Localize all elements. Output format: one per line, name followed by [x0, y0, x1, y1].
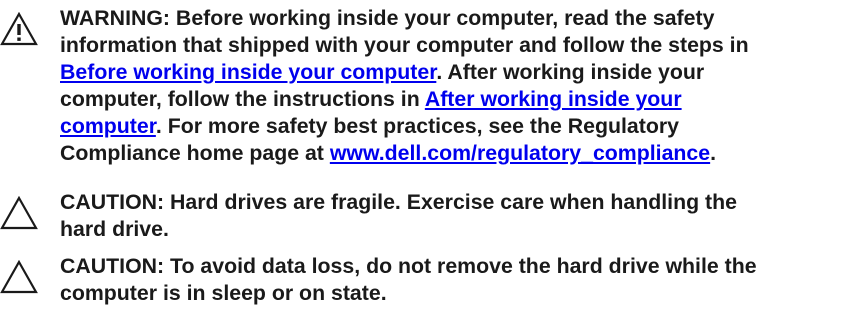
- regulatory-compliance-link[interactable]: www.dell.com/regulatory_compliance: [330, 141, 710, 165]
- after-working-link-part1[interactable]: After working inside your: [425, 87, 682, 111]
- caution-2-text: CAUTION: To avoid data loss, do not remo…: [60, 253, 850, 307]
- caution-2-line-2: computer is in sleep or on state.: [60, 281, 387, 305]
- warning-line-4-head: computer, follow the instructions in: [60, 87, 425, 111]
- caution-1-text: CAUTION: Hard drives are fragile. Exerci…: [60, 189, 850, 243]
- warning-line-5-tail: . For more safety best practices, see th…: [155, 114, 680, 138]
- caution-icon: [0, 196, 40, 232]
- warning-line-1: WARNING: Before working inside your comp…: [60, 6, 715, 30]
- caution-2-line-1: CAUTION: To avoid data loss, do not remo…: [60, 254, 757, 278]
- warning-line-6-tail: .: [710, 141, 717, 165]
- warning-line-3: Before working inside your computer. Aft…: [60, 59, 850, 86]
- warning-icon: [0, 12, 40, 48]
- caution-1-line-2: hard drive.: [60, 217, 169, 241]
- warning-line-3-tail: . After working inside your: [436, 60, 705, 84]
- warning-text: WARNING: Before working inside your comp…: [60, 5, 850, 167]
- before-working-link[interactable]: Before working inside your computer: [60, 60, 436, 84]
- after-working-link-part2[interactable]: computer: [60, 114, 156, 138]
- warning-line-4: computer, follow the instructions in Aft…: [60, 86, 850, 113]
- warning-line-6-head: Compliance home page at: [60, 141, 330, 165]
- warning-line-5: computer. For more safety best practices…: [60, 113, 850, 140]
- warning-line-2: information that shipped with your compu…: [60, 33, 749, 57]
- warning-line-6: Compliance home page at www.dell.com/reg…: [60, 140, 850, 167]
- caution-icon: [0, 260, 40, 296]
- caution-1-line-1: CAUTION: Hard drives are fragile. Exerci…: [60, 190, 737, 214]
